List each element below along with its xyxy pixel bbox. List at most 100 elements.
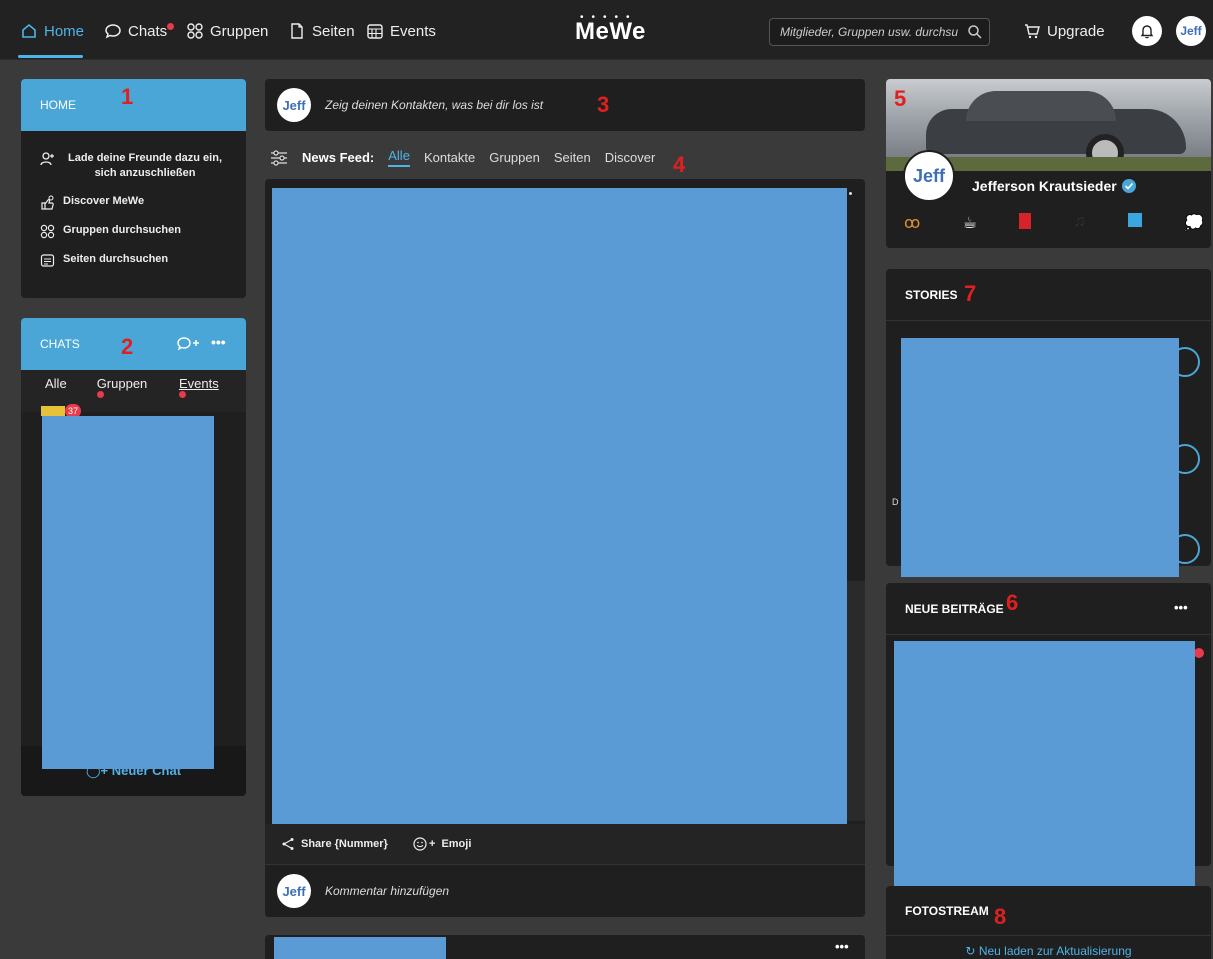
profile-name-row: Jefferson Krautsieder — [972, 178, 1137, 194]
emoji-icon — [413, 837, 427, 851]
new-posts-header: NEUE BEITRÄGE ••• — [886, 583, 1211, 635]
tv-icon[interactable] — [1127, 213, 1142, 227]
comment-input[interactable]: Jeff Kommentar hinzufügen — [277, 874, 449, 908]
chats-tab-alle[interactable]: Alle — [45, 376, 67, 406]
filter-sliders-icon[interactable] — [270, 149, 288, 166]
nav-events[interactable]: Events — [366, 22, 436, 40]
nav-gruppen[interactable]: Gruppen — [186, 22, 268, 40]
user-avatar[interactable]: Jeff — [1176, 16, 1206, 46]
nav-active-indicator — [18, 55, 83, 58]
music-note-icon[interactable]: ♫ — [1073, 213, 1085, 233]
feed-tab-discover[interactable]: Discover — [605, 150, 656, 165]
feed-tab-gruppen[interactable]: Gruppen — [489, 150, 540, 165]
share-icon — [282, 838, 294, 850]
comment-row[interactable]: Jeff Kommentar hinzufügen — [265, 864, 865, 917]
annotation-5: 5 — [894, 86, 907, 111]
comment-avatar: Jeff — [277, 874, 311, 908]
menu-pages-search-label: Seiten durchsuchen — [63, 253, 169, 265]
nav-events-label: Events — [390, 22, 436, 40]
refresh-icon: ↻ — [965, 944, 976, 958]
nav-gruppen-label: Gruppen — [210, 22, 269, 40]
home-panel-title: HOME — [40, 98, 76, 112]
annotation-3: 3 — [597, 92, 610, 117]
groups-icon — [187, 23, 203, 39]
profile-name[interactable]: Jefferson Krautsieder — [972, 178, 1117, 194]
upgrade-label: Upgrade — [1047, 22, 1105, 40]
menu-groups-search-label: Gruppen durchsuchen — [63, 224, 181, 236]
nav-chats[interactable]: Chats — [104, 22, 175, 40]
book-icon[interactable] — [1019, 213, 1032, 229]
chats-tab-gruppen-label: Gruppen — [96, 376, 148, 391]
nav-home[interactable]: Home — [20, 22, 84, 40]
cart-icon — [1025, 24, 1040, 39]
car-roof — [966, 91, 1116, 121]
menu-discover[interactable]: Discover MeWe — [21, 195, 246, 210]
photostream-panel: FOTOSTREAM ↻ Neu laden zur Aktualisierun… — [886, 886, 1211, 959]
post-2-more-button[interactable]: ••• — [835, 939, 849, 954]
mewe-logo[interactable]: MeWe — [575, 18, 646, 46]
nav-seiten[interactable]: Seiten — [288, 22, 355, 40]
menu-invite-friends[interactable]: Lade deine Freunde dazu ein, sich anzusc… — [21, 151, 246, 181]
profile-avatar[interactable]: Jeff — [903, 150, 955, 202]
post-scroll-area — [845, 581, 865, 821]
new-posts-dot — [1194, 648, 1204, 658]
new-posts-more-button[interactable]: ••• — [1174, 600, 1188, 615]
events-notification-dot — [178, 391, 186, 398]
chats-more-button[interactable]: ••• — [211, 334, 226, 350]
post-menu-dot[interactable] — [849, 192, 852, 195]
news-feed-label: News Feed: — [302, 150, 375, 165]
menu-pages-search[interactable]: Seiten durchsuchen — [21, 253, 246, 268]
comment-placeholder: Kommentar hinzufügen — [325, 884, 450, 898]
nav-chats-label: Chats — [128, 22, 168, 40]
gruppen-notification-dot — [96, 391, 104, 398]
composer-avatar: Jeff — [277, 88, 311, 122]
annotation-4: 4 — [673, 152, 686, 177]
menu-groups-search[interactable]: Gruppen durchsuchen — [21, 224, 246, 239]
search-icon[interactable] — [967, 24, 983, 40]
photostream-title: FOTOSTREAM — [905, 903, 989, 918]
chat-avatar-partial — [41, 406, 65, 416]
emoji-button[interactable]: + Emoji — [413, 837, 471, 851]
page-icon — [291, 23, 303, 39]
chats-tab-gruppen[interactable]: Gruppen — [96, 376, 149, 406]
chats-panel-title: CHATS — [40, 337, 80, 351]
story-label-partial: D — [892, 497, 899, 507]
reload-button[interactable]: ↻ Neu laden zur Aktualisierung — [886, 944, 1211, 958]
stories-title: STORIES — [905, 287, 958, 302]
home-panel: HOME Lade deine Freunde dazu ein, sich a… — [21, 79, 246, 298]
bell-icon — [1140, 25, 1154, 39]
emoji-plus: + — [429, 838, 436, 850]
chats-panel-header: CHATS ••• — [21, 318, 246, 370]
annotation-7: 7 — [964, 281, 977, 306]
new-chat-icon[interactable] — [177, 336, 201, 352]
menu-invite-friends-label: Lade deine Freunde dazu ein, sich anzusc… — [67, 152, 223, 179]
annotation-1: 1 — [121, 84, 134, 109]
speech-bubble-icon[interactable]: 💭 — [1184, 213, 1204, 233]
upgrade-button[interactable]: Upgrade — [1023, 22, 1105, 40]
feed-tab-kontakte[interactable]: Kontakte — [424, 150, 475, 165]
menu-discover-label: Discover MeWe — [63, 195, 145, 207]
profile-emoji-row: ꝏ ☕ ♫ 💭 — [904, 213, 1204, 233]
search-input[interactable]: Mitglieder, Gruppen usw. durchsu — [769, 18, 990, 46]
chat-bubble-icon — [105, 24, 121, 39]
share-button[interactable]: Share {Nummer} — [281, 837, 388, 851]
reload-label: Neu laden zur Aktualisierung — [978, 944, 1132, 958]
composer-row: Jeff Zeig deinen Kontakten, was bei dir … — [277, 88, 543, 122]
annotation-8: 8 — [994, 904, 1007, 929]
feed-tab-seiten[interactable]: Seiten — [554, 150, 591, 165]
redacted-stories — [901, 338, 1179, 577]
stories-header: STORIES — [886, 269, 1211, 321]
composer-placeholder: Zeig deinen Kontakten, was bei dir los i… — [325, 98, 544, 112]
coffee-icon[interactable]: ☕ — [963, 213, 977, 233]
annotation-2: 2 — [121, 334, 134, 359]
notifications-button[interactable] — [1132, 16, 1162, 46]
emoji-label: Emoji — [441, 838, 472, 850]
pages-icon — [40, 254, 55, 267]
feed-tab-alle[interactable]: Alle — [388, 148, 410, 167]
chats-tab-events[interactable]: Events — [178, 376, 222, 406]
redacted-post-image — [272, 188, 847, 824]
nav-seiten-label: Seiten — [312, 22, 355, 40]
share-label: Share {Nummer} — [301, 838, 388, 850]
pretzel-icon[interactable]: ꝏ — [904, 213, 920, 233]
post-composer[interactable]: Jeff Zeig deinen Kontakten, was bei dir … — [265, 79, 865, 131]
